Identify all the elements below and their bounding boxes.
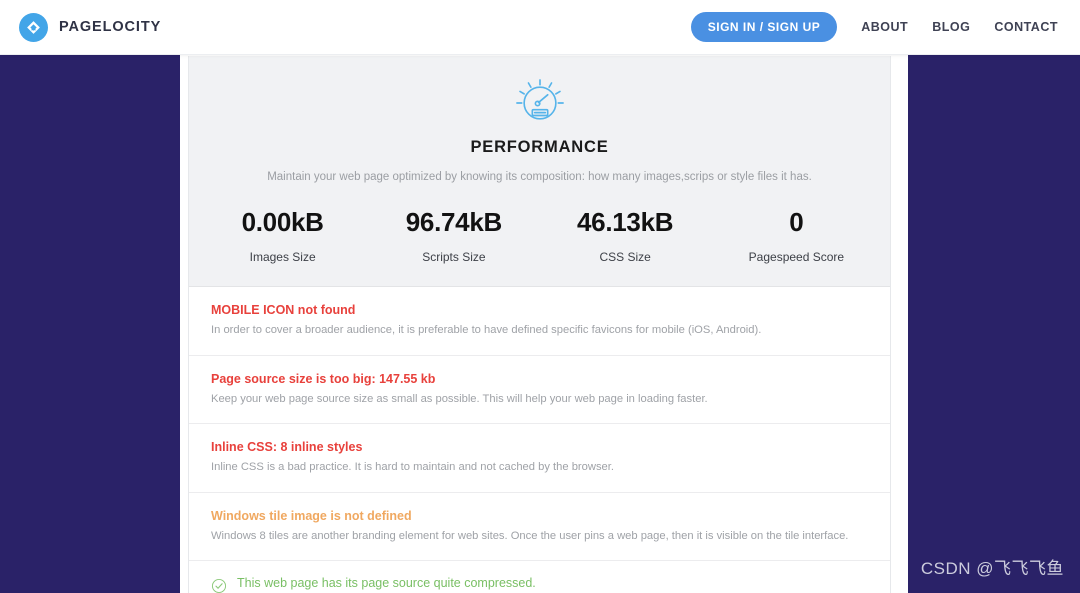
sign-in-sign-up-button[interactable]: SIGN IN / SIGN UP <box>691 12 838 42</box>
stat-value: 0 <box>711 207 882 238</box>
check-circle-icon <box>211 578 227 593</box>
issue-title: Page source size is too big: 147.55 kb <box>211 371 868 388</box>
stat-value: 0.00kB <box>197 207 368 238</box>
stat-pagespeed-score: 0 Pagespeed Score <box>711 207 882 264</box>
watermark: CSDN @飞飞飞鱼 <box>921 554 1064 579</box>
stat-label: CSS Size <box>540 250 711 264</box>
page-description: Maintain your web page optimized by know… <box>209 169 870 207</box>
brand-name: PAGELOCITY <box>59 19 161 35</box>
speedometer-gauge-icon <box>209 78 870 128</box>
issue-title: This web page has its page source quite … <box>237 575 868 592</box>
performance-card: PERFORMANCE Maintain your web page optim… <box>188 56 891 593</box>
stat-value: 46.13kB <box>540 207 711 238</box>
stat-scripts-size: 96.74kB Scripts Size <box>368 207 539 264</box>
page-title: PERFORMANCE <box>209 138 870 157</box>
issue-list: MOBILE ICON not found In order to cover … <box>189 286 890 593</box>
issue-row[interactable]: Page source size is too big: 147.55 kb K… <box>189 355 890 424</box>
issue-row[interactable]: Windows tile image is not defined Window… <box>189 492 890 561</box>
pagelocity-diamond-logo-icon <box>19 13 48 42</box>
main-nav: SIGN IN / SIGN UP ABOUT BLOG CONTACT <box>691 12 1058 42</box>
issue-row[interactable]: Inline CSS: 8 inline styles Inline CSS i… <box>189 423 890 492</box>
stat-images-size: 0.00kB Images Size <box>197 207 368 264</box>
issue-title: Windows tile image is not defined <box>211 508 868 525</box>
issue-description: Keep your web page source size as small … <box>211 392 868 408</box>
stat-label: Pagespeed Score <box>711 250 882 264</box>
issue-description: Windows 8 tiles are another branding ele… <box>211 529 868 545</box>
issue-description: In order to cover a broader audience, it… <box>211 323 868 339</box>
issue-title: MOBILE ICON not found <box>211 302 868 319</box>
performance-hero: PERFORMANCE Maintain your web page optim… <box>189 56 890 207</box>
stat-css-size: 46.13kB CSS Size <box>540 207 711 264</box>
issue-row[interactable]: MOBILE ICON not found In order to cover … <box>189 286 890 355</box>
brand-logo[interactable]: PAGELOCITY <box>19 13 161 42</box>
issue-title: Inline CSS: 8 inline styles <box>211 439 868 456</box>
stat-label: Images Size <box>197 250 368 264</box>
nav-link-contact[interactable]: CONTACT <box>994 20 1058 34</box>
site-header: PAGELOCITY SIGN IN / SIGN UP ABOUT BLOG … <box>0 0 1080 55</box>
issue-row[interactable]: This web page has its page source quite … <box>189 560 890 593</box>
nav-link-about[interactable]: ABOUT <box>861 20 908 34</box>
issue-description: Inline CSS is a bad practice. It is hard… <box>211 460 868 476</box>
stats-row: 0.00kB Images Size 96.74kB Scripts Size … <box>189 207 890 286</box>
stat-value: 96.74kB <box>368 207 539 238</box>
stat-label: Scripts Size <box>368 250 539 264</box>
nav-link-blog[interactable]: BLOG <box>932 20 970 34</box>
